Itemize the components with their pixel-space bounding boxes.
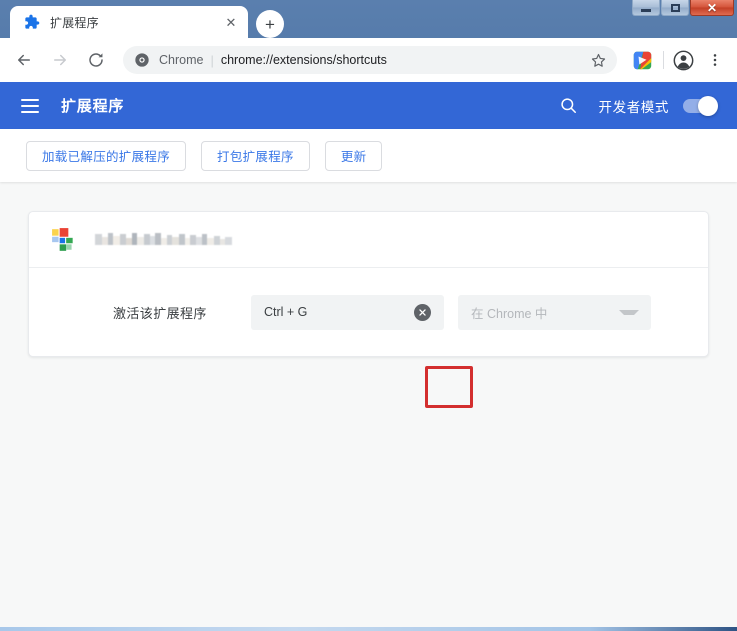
extensions-page: 扩展程序 开发者模式 加载已解压的扩展程序 打包扩展程序 更新 激活该扩展程序 … <box>0 82 737 627</box>
update-button[interactable]: 更新 <box>324 140 383 171</box>
chrome-icon <box>135 53 149 67</box>
pack-extension-button[interactable]: 打包扩展程序 <box>201 140 310 171</box>
forward-arrow-icon <box>54 54 66 66</box>
browser-toolbar: Chrome | chrome://extensions/shortcuts <box>0 38 737 82</box>
toolbar-divider <box>663 51 664 69</box>
new-tab-button[interactable]: + <box>256 10 284 38</box>
annotation-highlight-rectangle <box>425 366 473 408</box>
developer-mode-label: 开发者模式 <box>598 99 669 115</box>
omnibox-separator: | <box>210 52 214 68</box>
shortcut-input[interactable]: Ctrl + G <box>251 294 444 330</box>
close-x-icon <box>418 308 426 316</box>
cards-area: 激活该扩展程序 Ctrl + G 在 Chrome 中 <box>0 182 737 357</box>
extension-toolbar-icon[interactable] <box>629 47 655 73</box>
tab-close-button[interactable]: ✕ <box>222 13 240 31</box>
reload-icon <box>89 53 103 67</box>
puzzle-piece-icon <box>25 14 40 29</box>
reload-button[interactable] <box>81 45 111 75</box>
hamburger-line <box>21 110 39 113</box>
extension-name-redacted <box>95 232 232 247</box>
back-arrow-icon <box>18 54 30 66</box>
forward-button <box>45 45 75 75</box>
search-icon <box>561 98 576 113</box>
load-unpacked-button[interactable]: 加载已解压的扩展程序 <box>26 140 187 171</box>
hamburger-line <box>21 104 39 107</box>
shortcut-scope-select[interactable]: 在 Chrome 中 <box>458 294 651 330</box>
chevron-down-icon <box>619 309 639 315</box>
tab-title: 扩展程序 <box>50 15 99 30</box>
colorful-extension-icon <box>633 51 651 69</box>
extensions-header: 扩展程序 开发者模式 <box>0 82 737 129</box>
tab-strip: 扩展程序 ✕ + <box>0 0 737 38</box>
toggle-knob <box>698 95 718 116</box>
address-bar[interactable]: Chrome | chrome://extensions/shortcuts <box>123 46 617 74</box>
page-title: 扩展程序 <box>61 98 125 115</box>
shortcut-row-label: 激活该扩展程序 <box>113 305 207 321</box>
bookmark-star-icon[interactable] <box>590 52 607 69</box>
clear-circle <box>413 303 431 321</box>
profile-button[interactable] <box>669 46 697 74</box>
developer-mode-toggle[interactable] <box>683 95 718 116</box>
card-header <box>29 212 708 268</box>
search-button[interactable] <box>557 94 581 118</box>
browser-menu-button[interactable] <box>701 46 729 74</box>
shortcut-value-text: Ctrl + G <box>264 305 308 319</box>
three-dot-menu-icon <box>713 54 717 66</box>
multicolor-squares-icon <box>52 227 73 251</box>
extension-shortcut-card: 激活该扩展程序 Ctrl + G 在 Chrome 中 <box>28 211 709 357</box>
browser-tab[interactable]: 扩展程序 ✕ <box>10 6 248 38</box>
window-bottom-border <box>0 627 737 631</box>
hamburger-line <box>21 98 39 101</box>
browser-window: ✕ 扩展程序 ✕ + Chrome | chrome://extensions/… <box>0 0 737 631</box>
shortcut-row: 激活该扩展程序 Ctrl + G 在 Chrome 中 <box>29 268 708 356</box>
shortcut-scope-value: 在 Chrome 中 <box>471 306 548 321</box>
profile-avatar-icon <box>673 50 693 70</box>
extensions-action-bar: 加载已解压的扩展程序 打包扩展程序 更新 <box>0 129 737 182</box>
omnibox-url-text: chrome://extensions/shortcuts <box>220 53 387 67</box>
hamburger-menu-icon[interactable] <box>21 94 45 118</box>
clear-shortcut-button[interactable] <box>410 300 434 324</box>
omnibox-scheme-label: Chrome <box>159 53 204 67</box>
back-button[interactable] <box>9 45 39 75</box>
